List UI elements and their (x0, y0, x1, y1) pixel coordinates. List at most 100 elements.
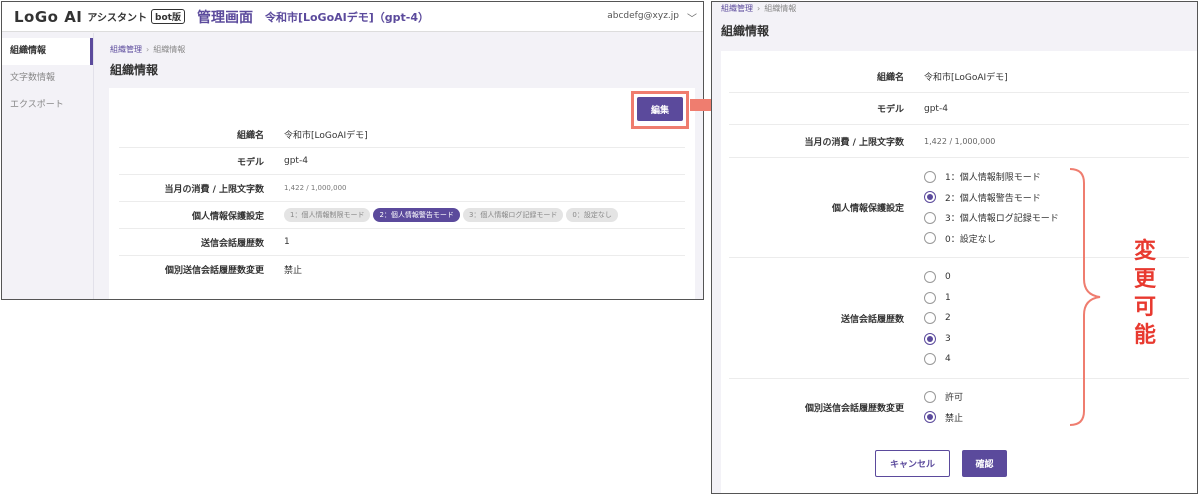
row-label: モデル (876, 105, 904, 115)
radio-button-selected[interactable] (924, 191, 936, 204)
sidebar-item-char-info[interactable]: 文字数情報 (2, 65, 93, 92)
row-model: モデル gpt-4 (729, 93, 1189, 125)
changeable-annotation: 変更可能 (1133, 239, 1156, 348)
breadcrumb: 組織管理 › 組織情報 (721, 3, 796, 14)
option-label: 2 (945, 313, 951, 323)
row-value: 1,422 / 1,000,000 (924, 136, 996, 146)
radio-button[interactable] (924, 353, 936, 365)
breadcrumb-parent[interactable]: 組織管理 (110, 45, 142, 54)
privacy-option-1[interactable]: 1：個人情報制限モード (924, 167, 1059, 188)
breadcrumb-current: 組織情報 (764, 4, 797, 13)
page-title: 組織情報 (721, 24, 770, 38)
page-title: 組織情報 (110, 63, 159, 77)
row-label: 個人情報保護設定 (191, 211, 264, 222)
history-option-1[interactable]: 1 (924, 287, 951, 308)
radio-button-selected[interactable] (924, 411, 936, 424)
privacy-option-2[interactable]: 2：個人情報警告モード (924, 187, 1059, 208)
radio-button[interactable] (924, 291, 936, 304)
row-history: 送信会話履歴数 1 (119, 229, 685, 256)
row-value: 1 (284, 237, 290, 247)
row-history: 送信会話履歴数 0 1 2 3 4 (729, 258, 1189, 379)
breadcrumb-separator: › (146, 45, 150, 54)
option-label: 1 (945, 292, 951, 303)
edit-button[interactable]: 編集 (637, 97, 683, 121)
form-actions: キャンセル 確認 (721, 450, 1197, 477)
row-label: 個別送信会話履歴数変更 (164, 266, 264, 276)
history-change-radio-group: 許可 禁止 (924, 387, 963, 428)
confirm-button[interactable]: 確認 (962, 450, 1007, 477)
row-label: 当月の消費 / 上限文字数 (804, 137, 904, 148)
option-label: 1：個人情報制限モード (945, 173, 1041, 184)
row-history-change: 個別送信会話履歴数変更 許可 禁止 (729, 379, 1189, 435)
radio-button-selected[interactable] (924, 332, 936, 345)
privacy-radio-group: 1：個人情報制限モード 2：個人情報警告モード 3：個人情報ログ記録モード 0：… (924, 167, 1059, 249)
option-label: 許可 (945, 393, 964, 404)
chevron-down-icon[interactable]: ﹀ (687, 10, 697, 25)
row-usage: 当月の消費 / 上限文字数 1,422 / 1,000,000 (119, 175, 685, 202)
privacy-option-0[interactable]: 0：設定なし (924, 228, 1059, 249)
row-label: 組織名 (876, 73, 904, 83)
radio-button[interactable] (924, 170, 936, 183)
row-label: 当月の消費 / 上限文字数 (164, 184, 264, 195)
history-option-0[interactable]: 0 (924, 267, 951, 288)
privacy-chip: 0：設定なし (566, 208, 618, 222)
option-label: 2：個人情報警告モード (945, 193, 1041, 204)
sidebar-item-export[interactable]: エクスポート (2, 92, 93, 119)
row-usage: 当月の消費 / 上限文字数 1,422 / 1,000,000 (729, 125, 1189, 158)
option-label: 3 (945, 333, 951, 344)
user-email[interactable]: abcdefg@xyz.jp (607, 11, 679, 21)
brace-icon (1069, 168, 1101, 426)
privacy-chip: 3：個人情報ログ記録モード (462, 208, 564, 222)
logo[interactable]: LoGo AI アシスタント bot版 (14, 8, 185, 26)
row-label: 個人情報保護設定 (831, 204, 904, 214)
history-option-4[interactable]: 4 (924, 349, 951, 370)
option-label: 3：個人情報ログ記録モード (945, 214, 1059, 225)
org-info-card: 編集 組織名 令和市[LoGoAIデモ] モデル gpt-4 当月の消費 / 上… (109, 88, 695, 299)
option-label: 0 (945, 272, 951, 282)
row-label: 組織名 (236, 130, 264, 141)
logo-badge: bot版 (151, 9, 185, 24)
history-change-option-allow[interactable]: 許可 (924, 387, 963, 408)
sidebar: 組織情報 文字数情報 エクスポート (2, 33, 94, 299)
row-label: 送信会話履歴数 (200, 238, 264, 249)
row-org-name: 組織名 令和市[LoGoAIデモ] (729, 61, 1189, 93)
row-value: 1,422 / 1,000,000 (284, 184, 347, 192)
row-label: 送信会話履歴数 (840, 314, 904, 325)
sidebar-item-org-info[interactable]: 組織情報 (2, 38, 93, 65)
history-radio-group: 0 1 2 3 4 (924, 267, 951, 370)
breadcrumb: 組織管理 › 組織情報 (110, 44, 185, 55)
breadcrumb-current: 組織情報 (153, 45, 186, 54)
row-value: 令和市[LoGoAIデモ] (284, 130, 368, 141)
top-bar: LoGo AI アシスタント bot版 管理画面 令和市[LoGoAIデモ]（g… (2, 2, 703, 32)
row-privacy: 個人情報保護設定 1：個人情報制限モード 2：個人情報警告モード 3：個人情報ロ… (729, 158, 1189, 258)
radio-button[interactable] (924, 211, 936, 224)
stage: LoGo AI アシスタント bot版 管理画面 令和市[LoGoAIデモ]（g… (0, 0, 1200, 496)
radio-button[interactable] (924, 271, 936, 283)
after-screenshot: 組織管理 › 組織情報 組織情報 組織名 令和市[LoGoAIデモ] モデル gpt… (711, 1, 1198, 494)
option-label: 4 (945, 354, 951, 364)
row-label: モデル (236, 157, 264, 168)
radio-button[interactable] (924, 312, 936, 324)
logo-mark: LoGo AI (14, 7, 83, 26)
row-history-change: 個別送信会話履歴数変更 禁止 (119, 256, 685, 283)
breadcrumb-parent[interactable]: 組織管理 (721, 4, 753, 13)
row-org-name: 組織名 令和市[LoGoAIデモ] (119, 121, 685, 148)
main-content: 組織管理 › 組織情報 組織情報 編集 組織名 令和市[LoGoAIデモ] モデル … (94, 33, 703, 299)
row-privacy: 個人情報保護設定 1：個人情報制限モード 2：個人情報警告モード 3：個人情報ログ記… (119, 202, 685, 229)
row-value: 禁止 (284, 266, 303, 276)
logo-sub: アシスタント (87, 13, 148, 24)
privacy-chips: 1：個人情報制限モード 2：個人情報警告モード 3：個人情報ログ記録モード 0：設定な… (284, 208, 621, 222)
cancel-button[interactable]: キャンセル (875, 450, 950, 477)
row-value: gpt-4 (284, 156, 308, 166)
radio-button[interactable] (924, 390, 936, 403)
history-change-option-deny[interactable]: 禁止 (924, 407, 963, 428)
history-option-2[interactable]: 2 (924, 308, 951, 329)
privacy-option-3[interactable]: 3：個人情報ログ記録モード (924, 208, 1059, 229)
org-edit-card: 組織名 令和市[LoGoAIデモ] モデル gpt-4 当月の消費 / 上限文字… (721, 51, 1197, 493)
row-model: モデル gpt-4 (119, 148, 685, 175)
privacy-chip: 1：個人情報制限モード (284, 208, 371, 222)
history-option-3[interactable]: 3 (924, 328, 951, 349)
row-label: 個別送信会話履歴数変更 (804, 403, 904, 414)
admin-title: 管理画面 (196, 9, 253, 26)
radio-button[interactable] (924, 232, 936, 245)
